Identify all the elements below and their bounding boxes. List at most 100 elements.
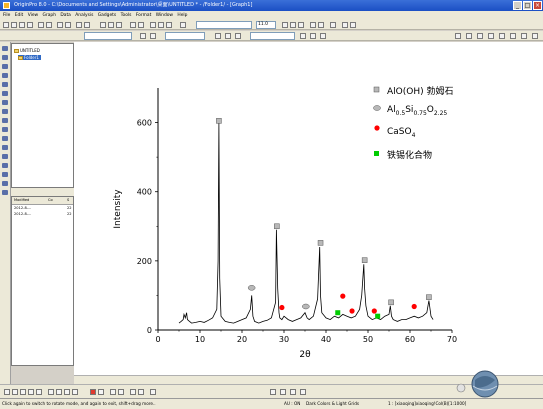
list-item[interactable]: 2012-8-... 22 [14, 212, 72, 216]
line-width-select[interactable] [165, 32, 205, 40]
greek-icon[interactable] [330, 22, 336, 28]
polygon-tool-icon[interactable] [2, 181, 8, 186]
plot-column-icon[interactable] [499, 33, 505, 39]
symbol-interior-icon[interactable] [310, 33, 316, 39]
code-builder-icon[interactable] [158, 22, 164, 28]
arrow-tool-icon[interactable] [2, 136, 8, 141]
draw-data-tool-icon[interactable] [2, 109, 8, 114]
menu-graph[interactable]: Graph [43, 13, 56, 18]
layer-icon[interactable] [130, 22, 136, 28]
front-icon[interactable] [48, 389, 54, 395]
font-name-select[interactable] [196, 21, 252, 29]
color-pick-icon[interactable] [98, 389, 104, 395]
extract-icon[interactable] [138, 22, 144, 28]
ungroup-icon[interactable] [72, 389, 78, 395]
align-bottom-icon[interactable] [36, 389, 42, 395]
layer-1-icon[interactable] [270, 389, 276, 395]
tree-root[interactable]: UNTITLED [14, 48, 40, 53]
plot-3d-icon[interactable] [510, 33, 516, 39]
set-xy-icon[interactable] [466, 33, 472, 39]
new-worksheet-icon[interactable] [11, 22, 17, 28]
align-left-icon[interactable] [12, 389, 18, 395]
freehand-tool-icon[interactable] [2, 190, 8, 195]
subscript-icon[interactable] [318, 22, 324, 28]
open-icon[interactable] [38, 22, 44, 28]
group-icon[interactable] [64, 389, 70, 395]
symbol-icon[interactable] [235, 33, 241, 39]
font-size-select[interactable]: 11.0 [256, 21, 276, 29]
plot-scatter-icon[interactable] [488, 33, 494, 39]
object-edit-icon[interactable] [4, 389, 10, 395]
underline-icon[interactable] [298, 22, 304, 28]
list-item[interactable]: 2012-8-... 22 [14, 206, 72, 210]
menu-window[interactable]: Window [156, 13, 173, 18]
rotate-icon[interactable] [130, 389, 136, 395]
zoom-tool-icon[interactable] [2, 55, 8, 60]
layer-3-icon[interactable] [290, 389, 296, 395]
rectangle-tool-icon[interactable] [2, 163, 8, 168]
lock-icon[interactable] [150, 389, 156, 395]
decrease-font-icon[interactable] [350, 22, 356, 28]
plot-template-icon[interactable] [532, 33, 538, 39]
new-project-icon[interactable] [3, 22, 9, 28]
scale-out-tool-icon[interactable] [2, 73, 8, 78]
menu-edit[interactable]: Edit [15, 13, 24, 18]
col-size-header[interactable]: S [67, 198, 69, 202]
results-log-icon[interactable] [166, 22, 172, 28]
zoom-out-icon[interactable] [108, 22, 114, 28]
xrd-chart[interactable]: 0 10 20 30 40 50 60 70 0 200 400 600 2θ Intensity A… [74, 42, 543, 375]
line-thick-icon[interactable] [110, 389, 116, 395]
menu-help[interactable]: Help [177, 13, 187, 18]
regional-mask-tool-icon[interactable] [2, 118, 8, 123]
scale-in-tool-icon[interactable] [2, 64, 8, 69]
rescale-icon[interactable] [116, 22, 122, 28]
flip-icon[interactable] [138, 389, 144, 395]
menu-gadgets[interactable]: Gadgets [98, 13, 116, 18]
col-modified-header[interactable]: Modified [14, 198, 29, 202]
align-top-icon[interactable] [28, 389, 34, 395]
text-tool-icon[interactable] [2, 127, 8, 132]
pointer-tool-icon[interactable] [2, 46, 8, 51]
line-tool-icon[interactable] [2, 154, 8, 159]
command-window-icon[interactable] [180, 22, 186, 28]
close-button[interactable]: × [533, 1, 542, 10]
plot-contour-icon[interactable] [521, 33, 527, 39]
menu-format[interactable]: Format [136, 13, 151, 18]
new-matrix-icon[interactable] [27, 22, 33, 28]
plot-line-icon[interactable] [477, 33, 483, 39]
menu-analysis[interactable]: Analysis [75, 13, 93, 18]
graph-window[interactable]: 0 10 20 30 40 50 60 70 0 200 400 600 2θ Intensity A… [74, 42, 543, 375]
screen-reader-tool-icon[interactable] [2, 82, 8, 87]
curved-arrow-tool-icon[interactable] [2, 145, 8, 150]
zoom-in-icon[interactable] [100, 22, 106, 28]
menu-view[interactable]: View [28, 13, 38, 18]
copy-icon[interactable] [84, 22, 90, 28]
font-color-icon[interactable] [320, 33, 326, 39]
maximize-button[interactable]: □ [523, 1, 532, 10]
symbol-shape-icon[interactable] [300, 33, 306, 39]
back-icon[interactable] [56, 389, 62, 395]
data-selector-tool-icon[interactable] [2, 100, 8, 105]
symbol-size-select[interactable] [250, 32, 295, 40]
menu-file[interactable]: File [3, 13, 10, 18]
line-color-icon[interactable] [140, 33, 146, 39]
italic-icon[interactable] [290, 22, 296, 28]
refresh-icon[interactable] [76, 22, 82, 28]
save-icon[interactable] [46, 22, 52, 28]
add-column-icon[interactable] [455, 33, 461, 39]
superscript-icon[interactable] [310, 22, 316, 28]
plot-style-select[interactable] [84, 32, 132, 40]
fill-color-icon[interactable] [150, 33, 156, 39]
minimize-button[interactable]: _ [513, 1, 522, 10]
layer-2-icon[interactable] [280, 389, 286, 395]
bold-icon[interactable] [282, 22, 288, 28]
circle-tool-icon[interactable] [2, 172, 8, 177]
gear-icon[interactable] [118, 389, 124, 395]
new-graph-icon[interactable] [19, 22, 25, 28]
color-red-icon[interactable] [90, 389, 96, 395]
line-style-icon[interactable] [215, 33, 221, 39]
align-right-icon[interactable] [20, 389, 26, 395]
col-comment-header[interactable]: Co [48, 198, 53, 202]
tree-folder1[interactable]: Folder1 [18, 55, 41, 60]
increase-font-icon[interactable] [342, 22, 348, 28]
